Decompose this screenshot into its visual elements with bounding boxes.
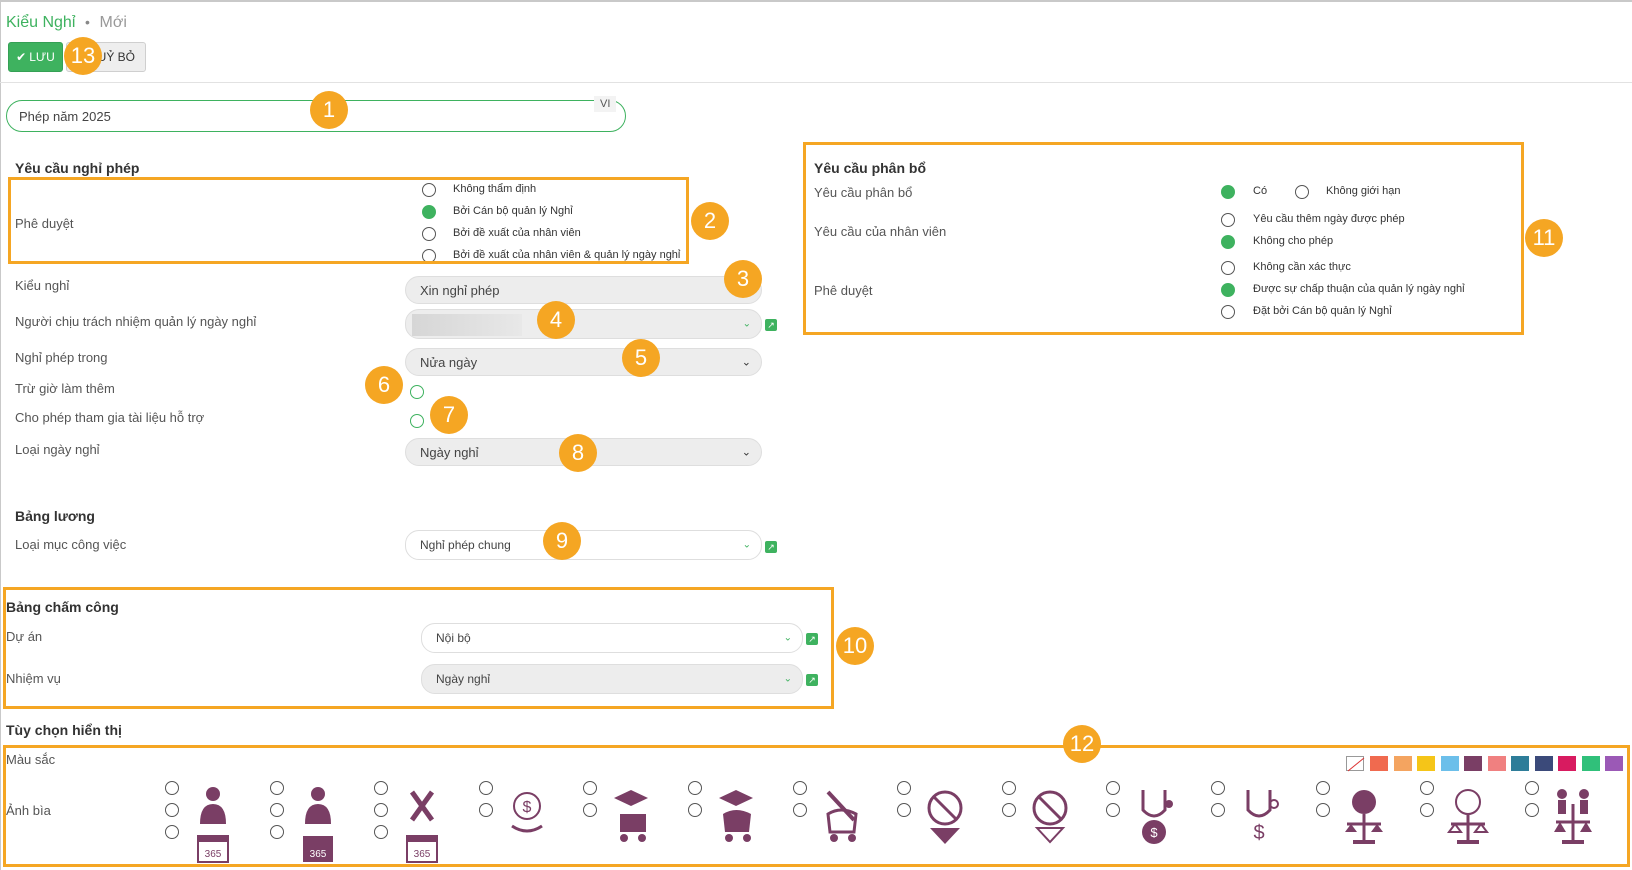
annotation-badge: 1 bbox=[310, 91, 348, 129]
leave-type-field[interactable]: Xin nghỉ phép bbox=[405, 276, 762, 304]
breadcrumb-current: Mới bbox=[99, 14, 127, 31]
annotation-badge: 11 bbox=[1525, 219, 1563, 257]
manager-label: Người chịu trách nhiệm quản lý ngày nghỉ bbox=[15, 314, 257, 329]
breadcrumb-separator: • bbox=[85, 14, 90, 30]
chevron-down-icon: ⌄ bbox=[742, 318, 751, 330]
highlight-display bbox=[3, 745, 1630, 867]
payroll-section-title: Bảng lương bbox=[15, 508, 95, 524]
leave-type-value: Xin nghỉ phép bbox=[420, 282, 500, 298]
annotation-badge: 13 bbox=[64, 37, 102, 75]
annotation-badge: 8 bbox=[559, 434, 597, 472]
toolbar-divider bbox=[0, 82, 1632, 83]
annotation-badge: 10 bbox=[836, 627, 874, 665]
period-value: Nửa ngày bbox=[420, 354, 478, 370]
support-doc-checkbox[interactable] bbox=[410, 414, 424, 428]
period-label: Nghỉ phép trong bbox=[15, 350, 108, 365]
breadcrumb-title[interactable]: Kiểu Nghỉ bbox=[6, 14, 75, 31]
work-entry-label: Loại mục công việc bbox=[15, 537, 127, 552]
day-type-label: Loại ngày nghỉ bbox=[15, 442, 100, 457]
save-button[interactable]: ✔ LƯU bbox=[8, 42, 63, 72]
overtime-label: Trừ giờ làm thêm bbox=[15, 381, 115, 396]
highlight-timesheet bbox=[3, 587, 834, 709]
left-border bbox=[0, 0, 1, 870]
chevron-down-icon: ⌄ bbox=[741, 446, 751, 459]
work-entry-value: Nghỉ phép chung bbox=[420, 538, 511, 552]
annotation-badge: 12 bbox=[1063, 725, 1101, 763]
annotation-badge: 4 bbox=[537, 301, 575, 339]
chevron-down-icon: ⌄ bbox=[741, 356, 751, 369]
external-link-icon[interactable]: ↗ bbox=[765, 541, 777, 553]
highlight-allocation bbox=[803, 142, 1524, 335]
top-border bbox=[0, 0, 1632, 2]
leave-request-section-title: Yêu cầu nghỉ phép bbox=[15, 160, 140, 176]
breadcrumb: Kiểu Nghỉ • Mới bbox=[6, 14, 127, 32]
highlight-approval bbox=[8, 177, 689, 264]
external-link-icon[interactable]: ↗ bbox=[765, 319, 777, 331]
annotation-badge: 7 bbox=[430, 396, 468, 434]
manager-select[interactable]: ⌄ bbox=[405, 309, 762, 339]
annotation-badge: 6 bbox=[365, 366, 403, 404]
work-entry-select[interactable]: Nghỉ phép chung ⌄ bbox=[405, 530, 762, 560]
redacted-manager-name bbox=[412, 314, 522, 336]
annotation-badge: 2 bbox=[691, 202, 729, 240]
annotation-badge: 5 bbox=[622, 339, 660, 377]
period-select[interactable]: Nửa ngày ⌄ bbox=[405, 348, 762, 376]
overtime-checkbox[interactable] bbox=[410, 385, 424, 399]
day-type-value: Ngày nghỉ bbox=[420, 444, 479, 460]
support-doc-label: Cho phép tham gia tài liệu hỗ trợ bbox=[15, 410, 205, 425]
chevron-down-icon: ⌄ bbox=[742, 539, 751, 551]
annotation-badge: 9 bbox=[543, 522, 581, 560]
leave-type-label: Kiểu nghỉ bbox=[15, 278, 70, 293]
display-section-title: Tùy chọn hiển thị bbox=[6, 722, 122, 738]
save-button-label: LƯU bbox=[29, 50, 55, 64]
language-tag[interactable]: VI bbox=[594, 96, 617, 112]
annotation-badge: 3 bbox=[724, 260, 762, 298]
check-icon: ✔ bbox=[16, 50, 27, 64]
